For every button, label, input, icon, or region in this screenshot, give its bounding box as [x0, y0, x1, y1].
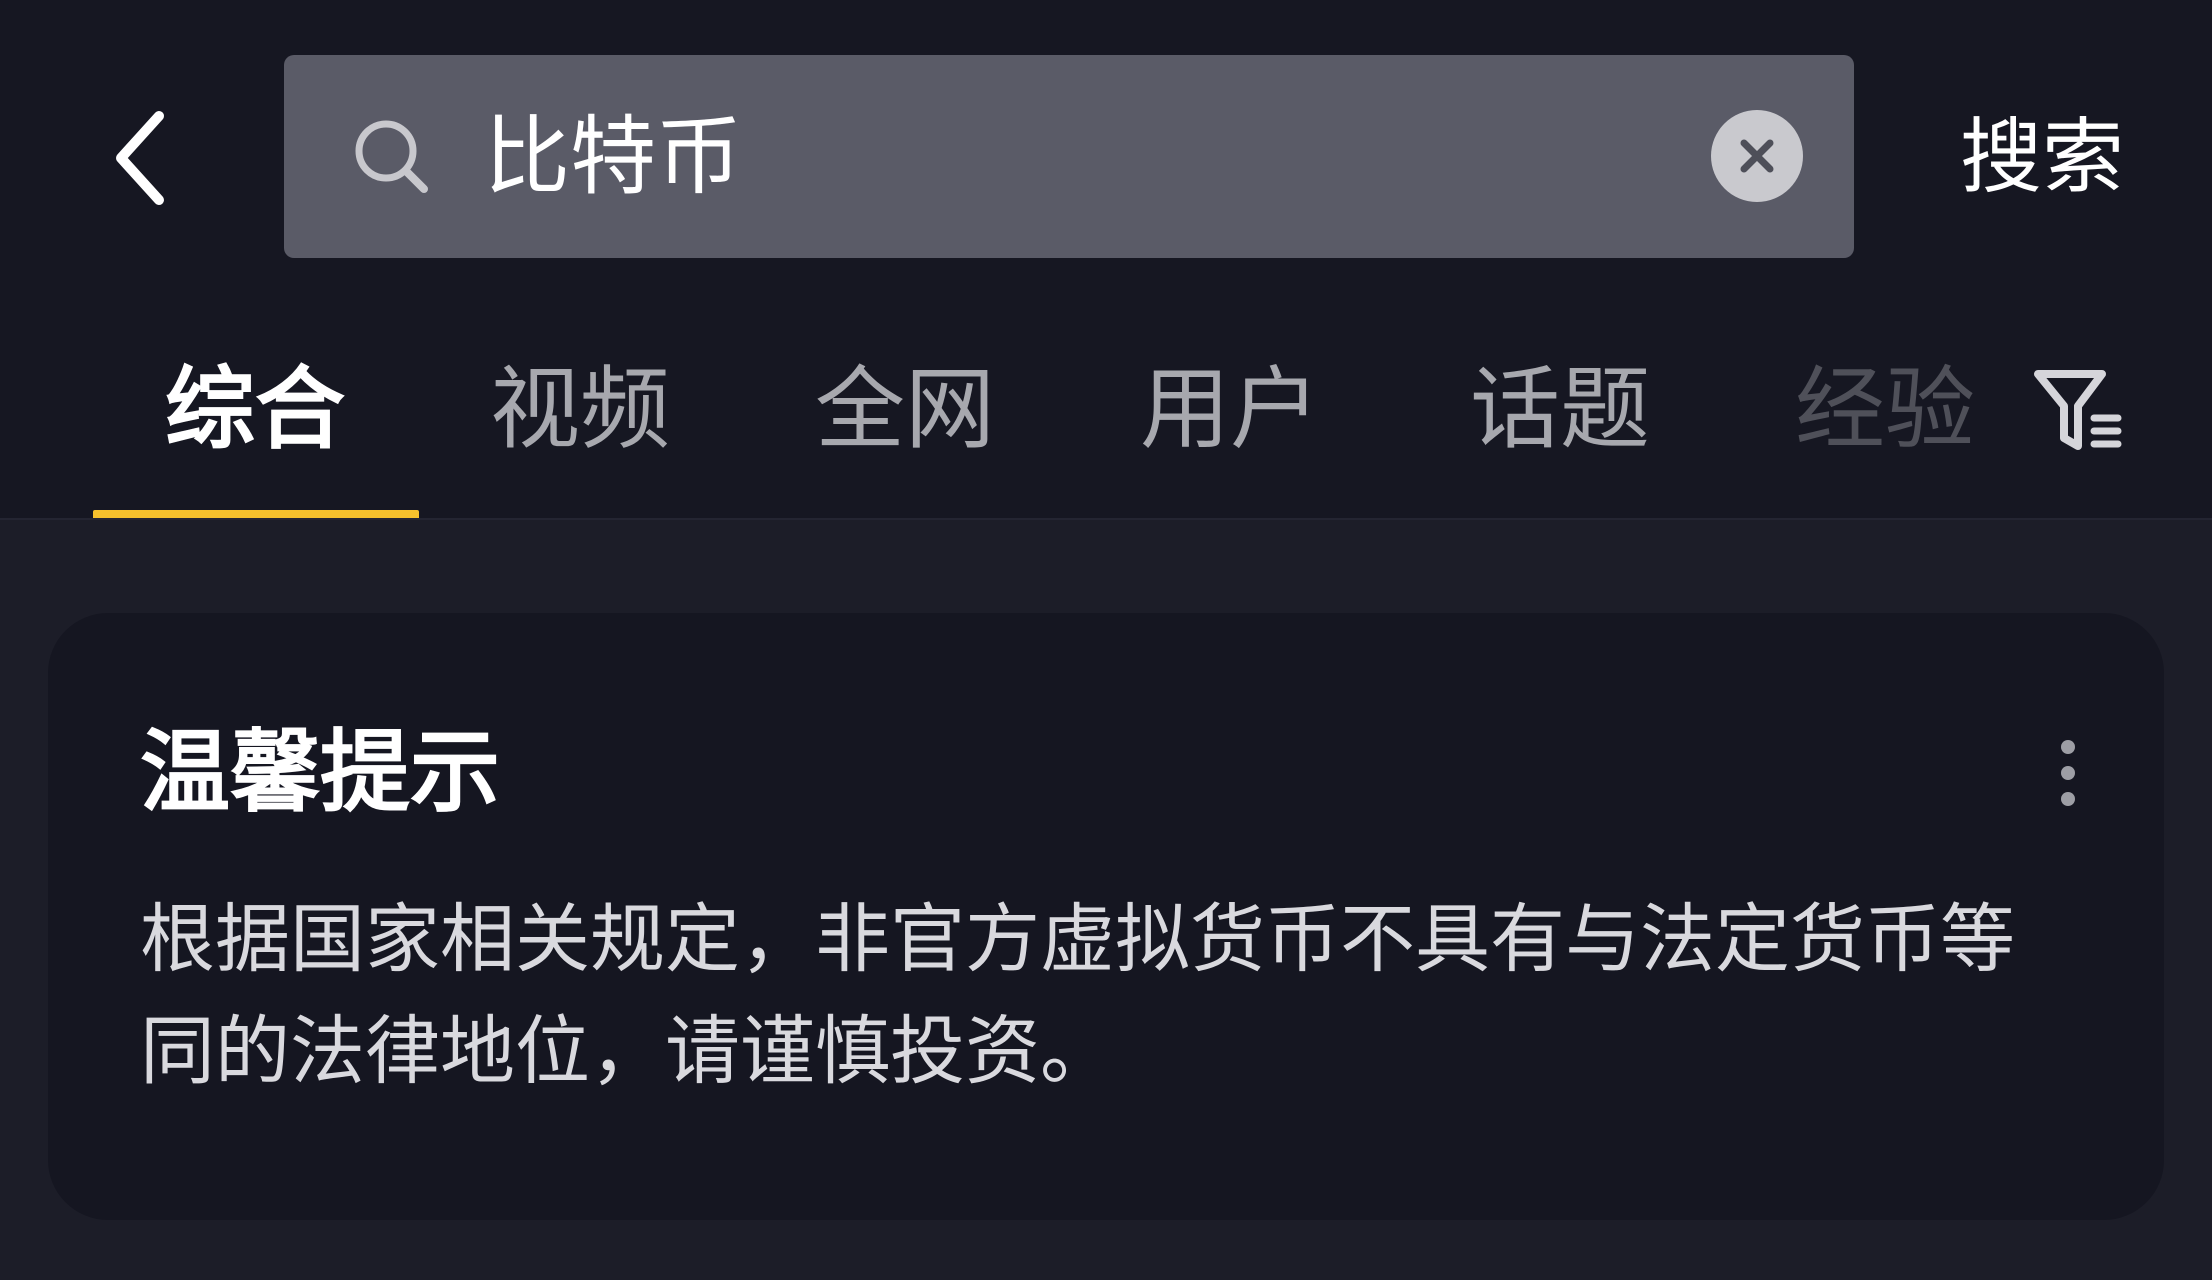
tab-users[interactable]: 用户	[1140, 350, 1320, 470]
more-vertical-icon	[2061, 740, 2075, 754]
notice-title: 温馨提示	[140, 720, 500, 825]
back-button[interactable]	[92, 98, 192, 218]
tab-videos[interactable]: 视频	[490, 350, 670, 470]
notice-card: 温馨提示 根据国家相关规定，非官方虚拟货币不具有与法定货币等同的法律地位，请谨慎…	[48, 613, 2164, 1220]
tab-bar: 综合 视频 全网 用户 话题 经验	[0, 330, 2212, 520]
search-icon	[355, 120, 428, 193]
tab-comprehensive[interactable]: 综合	[165, 350, 345, 470]
tab-experience[interactable]: 经验	[1795, 350, 1975, 470]
filter-button[interactable]	[2030, 360, 2130, 460]
more-vertical-icon	[2061, 792, 2075, 806]
filter-icon	[2034, 370, 2122, 450]
clear-search-button[interactable]	[1711, 110, 1803, 202]
close-icon	[1740, 139, 1774, 173]
notice-body: 根据国家相关规定，非官方虚拟货币不具有与法定货币等同的法律地位，请谨慎投资。	[140, 895, 2016, 1095]
search-box[interactable]	[284, 55, 1854, 258]
tab-topics[interactable]: 话题	[1470, 350, 1650, 470]
more-options-button[interactable]	[2038, 723, 2098, 823]
search-input[interactable]	[484, 95, 1584, 219]
top-bar: 搜索	[0, 0, 2212, 300]
more-vertical-icon	[2061, 766, 2075, 780]
tab-web[interactable]: 全网	[815, 350, 995, 470]
chevron-left-icon	[116, 111, 164, 205]
search-button[interactable]: 搜索	[1942, 100, 2142, 216]
